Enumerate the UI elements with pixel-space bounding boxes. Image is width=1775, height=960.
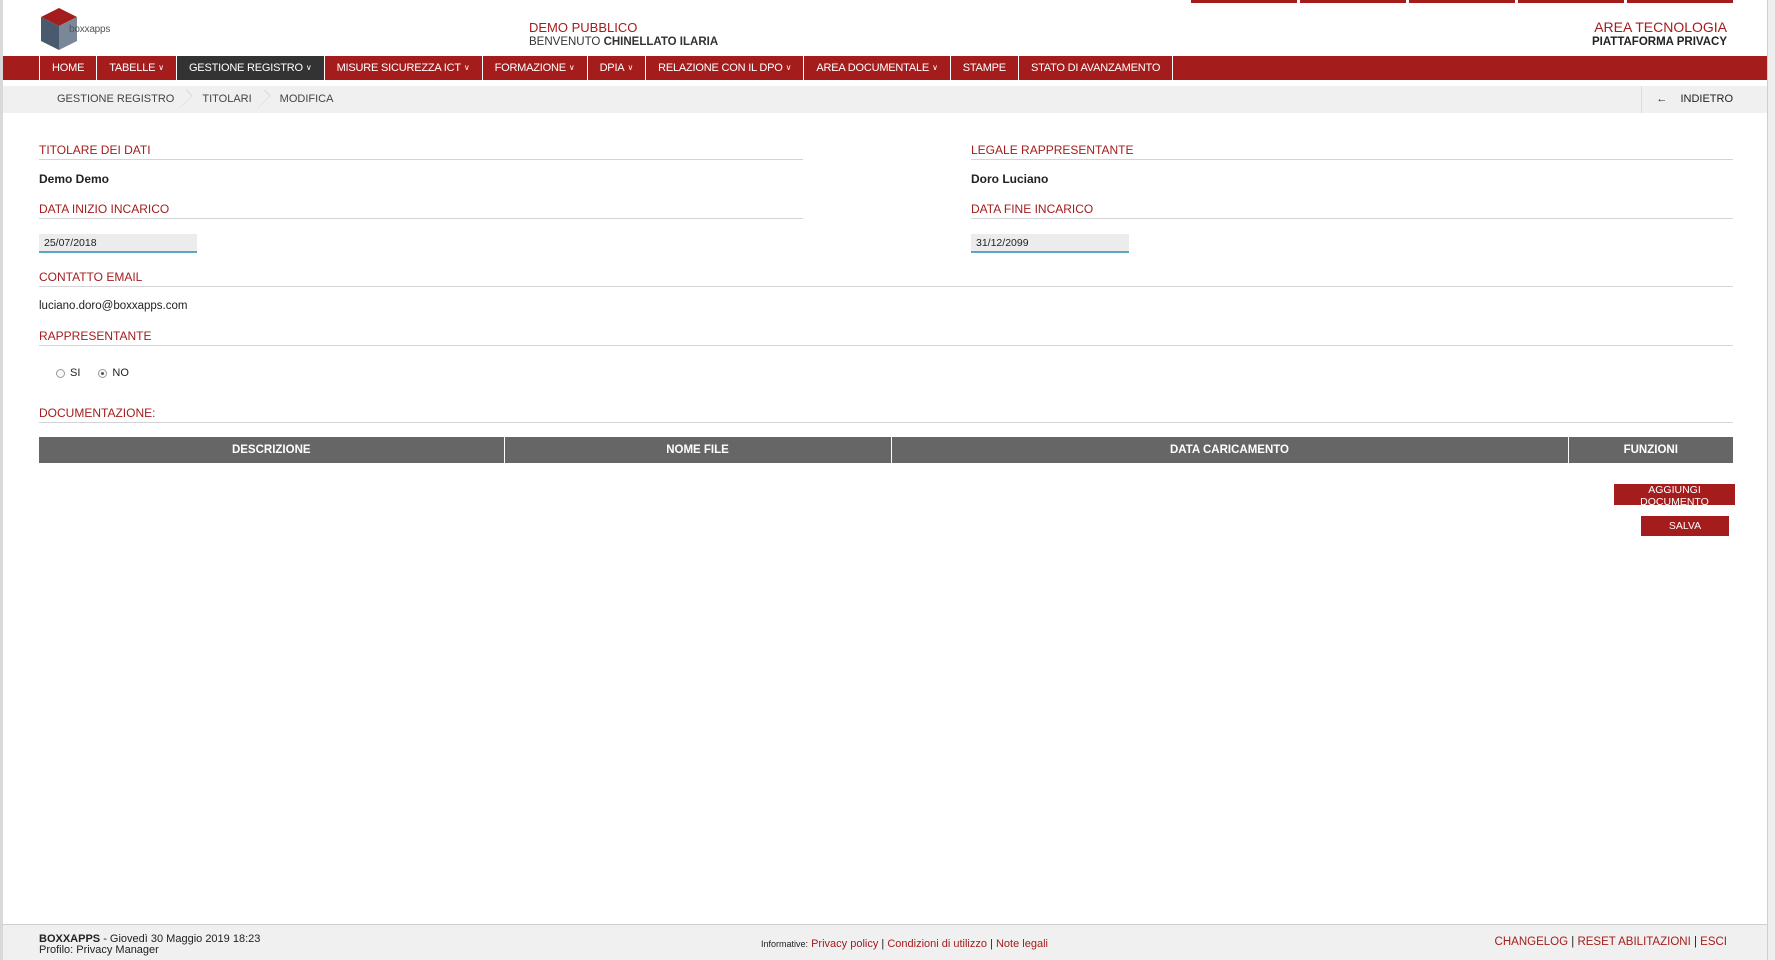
footer-info-label: Informative: [761,939,809,949]
main-navbar: HOME TABELLE ∨ GESTIONE REGISTRO ∨ MISURE SIC… [3,56,1767,80]
chevron-down-icon: ∨ [627,63,634,72]
data-inizio-label: DATA INIZIO INCARICO [39,202,803,219]
data-fine-input[interactable] [971,234,1129,253]
nav-item-label: MISURE SICUREZZA ICT [336,62,462,74]
breadcrumb-item-gestione-registro[interactable]: GESTIONE REGISTRO [43,86,188,113]
boxxapps-logo[interactable]: boxxapps [37,6,127,54]
nav-item-tabelle[interactable]: TABELLE ∨ [97,56,177,80]
footer-center: Informative: Privacy policy | Condizioni… [761,938,1048,950]
nav-item-area-documentale[interactable]: AREA DOCUMENTALE ∨ [804,56,951,80]
nav-item-label: TABELLE [109,62,156,74]
nav-item-dpia[interactable]: DPIA ∨ [588,56,647,80]
reset-abilitazioni-link[interactable]: RESET ABILITAZIONI [1577,936,1690,948]
email-label: CONTATTO EMAIL [39,270,1733,287]
table-header-row: DESCRIZIONE NOME FILE DATA CARICAMENTO F… [39,437,1733,463]
legale-value: Doro Luciano [971,172,1049,186]
breadcrumb-bar: GESTIONE REGISTRO TITOLARI MODIFICA ← IN… [3,86,1767,113]
nav-item-misure-sicurezza-ict[interactable]: MISURE SICUREZZA ICT ∨ [325,56,483,80]
changelog-link[interactable]: CHANGELOG [1495,936,1569,948]
user-name: CHINELLATO ILARIA [603,36,719,48]
nav-item-relazione-con-il-dpo[interactable]: RELAZIONE CON IL DPO ∨ [646,56,805,80]
chevron-down-icon: ∨ [305,63,312,72]
nav-item-gestione-registro[interactable]: GESTIONE REGISTRO ∨ [176,56,325,80]
chevron-down-icon: ∨ [785,63,792,72]
chevron-down-icon: ∨ [463,63,470,72]
footer-profile: Profilo: Privacy Manager [39,944,159,956]
email-value: luciano.doro@boxxapps.com [39,300,188,312]
chevron-down-icon: ∨ [932,63,938,72]
chevron-down-icon: ∨ [568,63,575,72]
titolare-label: TITOLARE DEI DATI [39,143,803,160]
nav-item-label: RELAZIONE CON IL DPO [658,62,783,74]
radio-no[interactable]: NO [98,367,129,379]
data-fine-label: DATA FINE INCARICO [971,202,1733,219]
arrow-left-icon: ← [1656,93,1668,105]
radio-si-button[interactable] [56,368,65,378]
column-header-data-caricamento[interactable]: DATA CARICAMENTO [891,437,1569,463]
documentazione-label: DOCUMENTAZIONE: [39,406,1733,423]
window-scrollbar[interactable] [1767,0,1775,960]
header-center: DEMO PUBBLICO BENVENUTO CHINELLATO ILARI… [529,20,718,50]
nav-item-label: DPIA [599,62,625,74]
welcome-text: BENVENUTO CHINELLATO ILARIA [529,35,718,50]
column-header-nome-file[interactable]: NOME FILE [504,437,892,463]
column-header-funzioni: FUNZIONI [1568,437,1733,463]
exit-link[interactable]: ESCI [1700,936,1727,948]
breadcrumb: GESTIONE REGISTRO TITOLARI MODIFICA [43,86,347,113]
chevron-down-icon: ∨ [158,63,164,72]
back-button[interactable]: ← INDIETRO [1641,86,1733,113]
app-frame: boxxapps DEMO PUBBLICO BENVENUTO CHINELL… [3,0,1767,960]
nav-item-label: HOME [52,62,85,74]
radio-no-label: NO [112,367,129,379]
privacy-policy-link[interactable]: Privacy policy [811,938,878,950]
breadcrumb-item-titolari[interactable]: TITOLARI [188,86,265,113]
radio-no-button[interactable] [98,368,108,378]
legale-label: LEGALE RAPPRESENTANTE [971,143,1733,160]
nav-item-label: GESTIONE REGISTRO [188,62,303,74]
save-button[interactable]: SALVA [1641,516,1729,536]
rappresentante-radio-group: SI NO [56,367,129,379]
area-label: AREA TECNOLOGIA [1594,19,1727,35]
nav-menu: HOME TABELLE ∨ GESTIONE REGISTRO ∨ MISURE SIC… [39,56,1174,80]
titolare-value: Demo Demo [39,172,110,186]
radio-si-label: SI [70,367,81,379]
nav-item-label: AREA DOCUMENTALE [816,62,930,74]
nav-item-label: FORMAZIONE [494,62,567,74]
platform-label: PIATTAFORMA PRIVACY [1591,36,1727,48]
nav-item-label: STATO DI AVANZAMENTO [1030,62,1161,74]
nav-item-stampe[interactable]: STAMPE [951,56,1019,80]
nav-item-label: STAMPE [962,62,1006,74]
header-right: AREA TECNOLOGIA PIATTAFORMA PRIVACY [1592,20,1727,50]
demo-label: DEMO PUBBLICO [529,20,638,35]
logo-text: boxxapps [69,24,111,35]
radio-si[interactable]: SI [56,367,80,379]
breadcrumb-item-modifica: MODIFICA [279,93,334,105]
rappresentante-label: RAPPRESENTANTE [39,329,1733,346]
data-inizio-input[interactable] [39,234,197,253]
conditions-link[interactable]: Condizioni di utilizzo [887,938,987,950]
column-header-descrizione[interactable]: DESCRIZIONE [39,437,505,463]
header: boxxapps DEMO PUBBLICO BENVENUTO CHINELL… [3,0,1767,56]
welcome-prefix: BENVENUTO [529,36,601,48]
nav-item-stato-di-avanzamento[interactable]: STATO DI AVANZAMENTO [1019,56,1174,80]
footer: BOXXAPPS - Giovedì 30 Maggio 2019 18:23 … [3,924,1767,960]
footer-left: BOXXAPPS - Giovedì 30 Maggio 2019 18:23 … [39,934,260,956]
legal-notes-link[interactable]: Note legali [996,938,1048,950]
footer-right: CHANGELOG | RESET ABILITAZIONI | ESCI [1494,936,1727,948]
nav-item-formazione[interactable]: FORMAZIONE ∨ [483,56,588,80]
nav-item-home[interactable]: HOME [40,56,98,80]
documents-table: DESCRIZIONE NOME FILE DATA CARICAMENTO F… [39,437,1733,463]
back-label: INDIETRO [1680,93,1733,105]
add-document-button[interactable]: AGGIUNGI DOCUMENTO [1614,484,1735,508]
